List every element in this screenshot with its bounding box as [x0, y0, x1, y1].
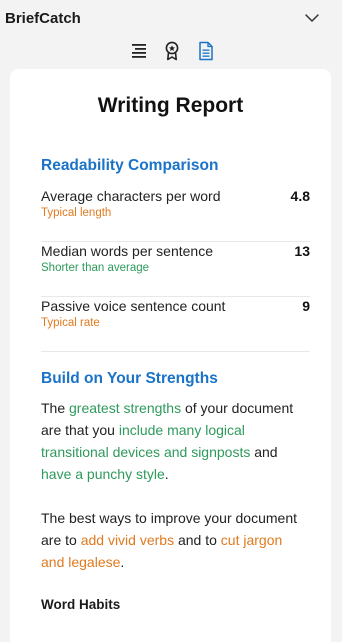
strengths-paragraph: The greatest strengths of your document … — [41, 400, 294, 482]
metric-note: Shorter than average — [41, 262, 150, 274]
strengths-heading: Build on Your Strengths — [41, 370, 218, 387]
metric-label: Median words per sentence — [41, 243, 213, 259]
list-lines-icon[interactable] — [128, 40, 150, 62]
metric-label: Passive voice sentence count — [41, 298, 226, 314]
highlight-improvement: add vivid verbs — [80, 532, 175, 548]
metric-row-passive-voice: Passive voice sentence count Typical rat… — [41, 297, 310, 352]
metric-note: Typical length — [41, 207, 112, 219]
improvement-paragraph: The best ways to improve your document a… — [41, 510, 298, 570]
app-window: BriefCatch Writing Report Readability Co… — [0, 0, 342, 642]
highlight-strength: have a punchy style — [41, 466, 165, 482]
metric-value: 4.8 — [290, 188, 310, 204]
metric-row-chars-per-word: Average characters per word Typical leng… — [41, 187, 310, 242]
award-ribbon-icon[interactable] — [161, 40, 183, 62]
title-bar: BriefCatch — [0, 0, 342, 38]
metric-value: 9 — [302, 298, 310, 314]
chevron-down-icon[interactable] — [304, 12, 320, 24]
metric-label: Average characters per word — [41, 188, 221, 204]
report-card: Writing Report Readability Comparison Av… — [10, 69, 331, 642]
app-title: BriefCatch — [5, 10, 81, 27]
highlight-strength: greatest strengths — [69, 400, 182, 416]
metric-note: Typical rate — [41, 317, 100, 329]
metric-value: 13 — [294, 243, 310, 259]
document-report-icon[interactable] — [195, 40, 217, 62]
metric-row-words-per-sentence: Median words per sentence Shorter than a… — [41, 242, 310, 297]
toolbar — [0, 38, 342, 66]
readability-heading: Readability Comparison — [41, 157, 219, 174]
word-habits-heading: Word Habits — [41, 597, 121, 612]
report-title: Writing Report — [97, 94, 244, 117]
